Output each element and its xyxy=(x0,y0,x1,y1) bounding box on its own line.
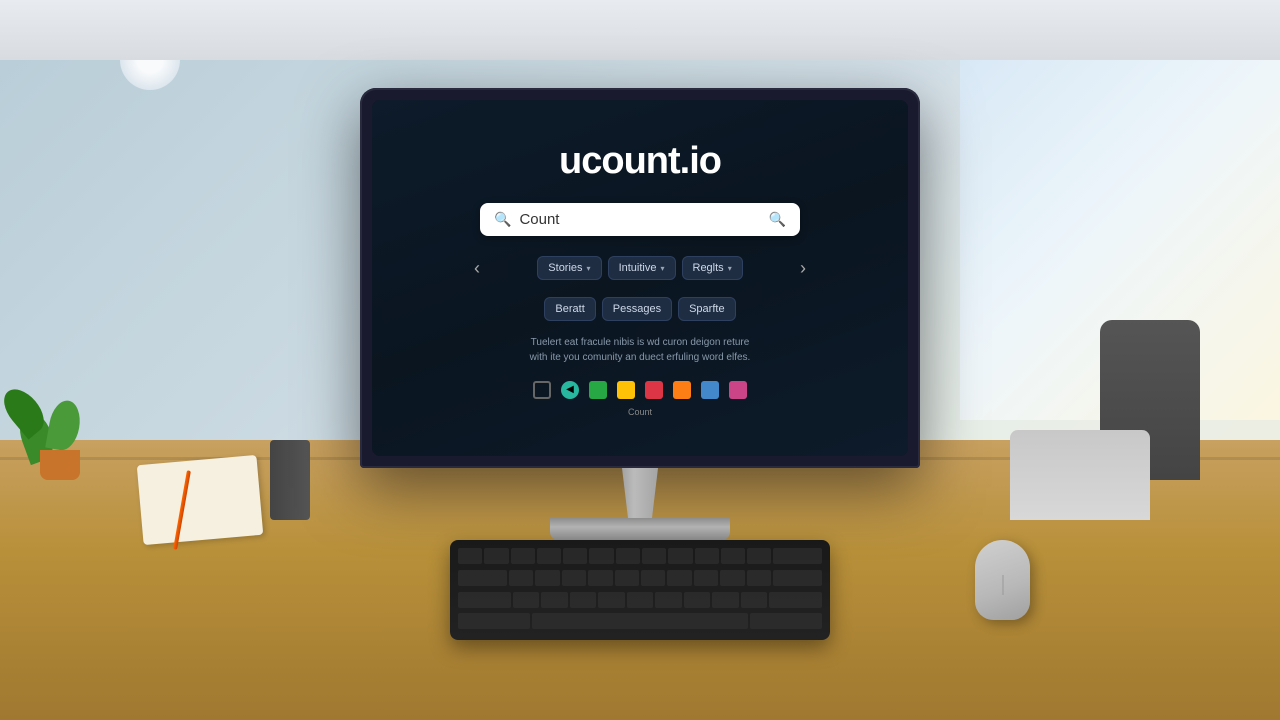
key xyxy=(562,570,586,586)
plant-pot xyxy=(40,450,80,480)
filter-tags-row2: Beratt Pessages Sparfte xyxy=(504,297,776,321)
keyboard xyxy=(450,540,830,640)
key-row-2 xyxy=(458,570,822,589)
key xyxy=(588,570,612,586)
key xyxy=(615,570,639,586)
plant-decoration xyxy=(20,360,100,480)
bottom-icons-row: ◀ xyxy=(533,381,747,399)
chevron-down-icon: ▾ xyxy=(728,264,732,273)
description-text: Tuelert eat fracule nibis is wd curon de… xyxy=(530,335,751,365)
app-logo: ucount.io xyxy=(559,140,721,183)
key xyxy=(655,592,681,608)
speaker xyxy=(270,440,310,520)
key xyxy=(509,570,533,586)
keyboard-keys xyxy=(458,548,822,632)
laptop-background xyxy=(1010,430,1150,520)
key xyxy=(589,548,613,564)
monitor-bezel: ucount.io 🔍 Count 🔍 ‹ Stories ▾ xyxy=(372,100,908,456)
filter-label: Intuitive xyxy=(619,262,657,274)
key xyxy=(458,592,511,608)
monitor-stand-base xyxy=(550,518,730,540)
key xyxy=(773,548,822,564)
filter-label: Stories xyxy=(548,262,582,274)
search-input[interactable]: Count xyxy=(519,211,768,228)
nav-arrow-left[interactable]: ‹ xyxy=(470,254,484,283)
key-row-1 xyxy=(458,548,822,567)
key xyxy=(511,548,535,564)
key xyxy=(541,592,567,608)
key xyxy=(694,570,718,586)
icon-pink[interactable] xyxy=(729,381,747,399)
filter-row-2: Beratt Pessages Sparfte xyxy=(470,297,810,321)
filter-tag-beratt[interactable]: Beratt xyxy=(544,297,595,321)
key xyxy=(570,592,596,608)
key xyxy=(642,548,666,564)
key xyxy=(535,570,559,586)
key xyxy=(747,570,771,586)
notebook xyxy=(137,455,264,545)
chevron-down-icon: ▾ xyxy=(660,264,664,273)
nav-arrow-right[interactable]: › xyxy=(796,254,810,283)
key xyxy=(750,613,822,629)
search-icon-left: 🔍 xyxy=(494,211,511,228)
logo-text: ucount.io xyxy=(559,140,721,182)
search-bar[interactable]: 🔍 Count 🔍 xyxy=(480,203,800,236)
icon-yellow[interactable] xyxy=(617,381,635,399)
monitor-frame: ucount.io 🔍 Count 🔍 ‹ Stories ▾ xyxy=(360,88,920,468)
key xyxy=(667,570,691,586)
key-row-4 xyxy=(458,613,822,632)
key xyxy=(641,570,665,586)
key xyxy=(484,548,508,564)
plant-leaves xyxy=(20,360,100,460)
chevron-down-icon: ▾ xyxy=(587,264,591,273)
filter-tags: Stories ▾ Intuitive ▾ Reglts ▾ xyxy=(492,256,788,280)
filter-tag-intuitive[interactable]: Intuitive ▾ xyxy=(608,256,676,280)
icon-red[interactable] xyxy=(645,381,663,399)
icon-orange[interactable] xyxy=(673,381,691,399)
key xyxy=(598,592,624,608)
filter-tag-reglts[interactable]: Reglts ▾ xyxy=(682,256,743,280)
taskbar-label: Count xyxy=(628,407,652,417)
key xyxy=(458,613,530,629)
icon-outline[interactable] xyxy=(533,381,551,399)
filter-label: Reglts xyxy=(693,262,724,274)
key xyxy=(684,592,710,608)
leaf xyxy=(45,398,83,452)
monitor-wrapper: ucount.io 🔍 Count 🔍 ‹ Stories ▾ xyxy=(360,88,920,540)
desc-line1: Tuelert eat fracule nibis is wd curon de… xyxy=(531,337,750,348)
mouse-scroll-wheel xyxy=(1002,575,1003,595)
office-ceiling xyxy=(0,0,1280,60)
key xyxy=(769,592,822,608)
key xyxy=(721,548,745,564)
key xyxy=(747,548,771,564)
key-row-3 xyxy=(458,592,822,611)
monitor-screen: ucount.io 🔍 Count 🔍 ‹ Stories ▾ xyxy=(372,100,908,456)
spacebar-key xyxy=(532,613,748,629)
filter-tag-stories[interactable]: Stories ▾ xyxy=(537,256,601,280)
filter-tag-pessages[interactable]: Pessages xyxy=(602,297,672,321)
key xyxy=(458,570,507,586)
icon-nav[interactable]: ◀ xyxy=(561,381,579,399)
key xyxy=(458,548,482,564)
key xyxy=(695,548,719,564)
monitor-stand-neck xyxy=(610,468,670,518)
key xyxy=(627,592,653,608)
key xyxy=(668,548,692,564)
filter-tag-sparfte[interactable]: Sparfte xyxy=(678,297,735,321)
key xyxy=(712,592,738,608)
key xyxy=(741,592,767,608)
key xyxy=(616,548,640,564)
filter-row: ‹ Stories ▾ Intuitive ▾ Reglts ▾ xyxy=(470,254,810,283)
icon-green[interactable] xyxy=(589,381,607,399)
key xyxy=(563,548,587,564)
desc-line2: with ite you comunity an duect erfuling … xyxy=(530,352,751,363)
computer-mouse xyxy=(975,540,1030,620)
key xyxy=(720,570,744,586)
key xyxy=(513,592,539,608)
key xyxy=(773,570,822,586)
search-icon-right[interactable]: 🔍 xyxy=(769,211,786,228)
icon-blue[interactable] xyxy=(701,381,719,399)
key xyxy=(537,548,561,564)
